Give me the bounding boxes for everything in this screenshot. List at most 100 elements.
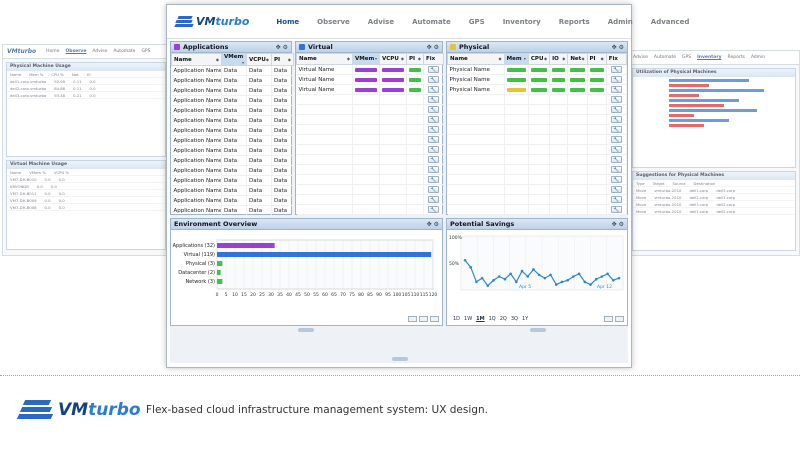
- wrench-icon[interactable]: 🔧: [610, 116, 622, 123]
- wrench-icon[interactable]: 🔧: [428, 156, 439, 163]
- applications-col-vmem[interactable]: VMem ▾: [221, 53, 247, 66]
- table-row[interactable]: Physical Name 🔧: [447, 74, 628, 85]
- wrench-icon[interactable]: 🔧: [428, 96, 439, 103]
- wrench-icon[interactable]: 🔧: [610, 176, 622, 183]
- virtual-col-pi[interactable]: PI ◆: [406, 53, 424, 65]
- table-row[interactable]: Virtual Name 🔧: [296, 64, 444, 75]
- table-row[interactable]: Virtual Name 🔧: [296, 74, 444, 85]
- table-row[interactable]: Application Name Data Data Data: [171, 115, 294, 126]
- wrench-icon[interactable]: 🔧: [610, 146, 622, 153]
- wrench-icon[interactable]: 🔧: [428, 136, 439, 143]
- physical-col-mem[interactable]: Mem ▾: [503, 53, 529, 65]
- table-row[interactable]: Physical Name 🔧: [447, 64, 628, 75]
- wrench-icon[interactable]: 🔧: [428, 206, 439, 213]
- wrench-icon[interactable]: 🔧: [610, 186, 622, 193]
- table-view-icon[interactable]: [419, 316, 428, 322]
- wrench-icon[interactable]: 🔧: [428, 196, 439, 203]
- table-row[interactable]: Application Name Data Data Data: [171, 145, 294, 156]
- physical-col-name[interactable]: Name ◆: [447, 53, 505, 65]
- wrench-icon[interactable]: 🔧: [610, 136, 622, 143]
- virtual-col-fix[interactable]: Fix: [423, 53, 444, 65]
- wrench-icon[interactable]: 🔧: [428, 66, 439, 73]
- wrench-icon[interactable]: 🔧: [428, 126, 439, 133]
- wrench-icon[interactable]: 🔧: [610, 166, 622, 173]
- virtual-col-vmem[interactable]: VMem ▾: [352, 53, 380, 65]
- wrench-icon[interactable]: 🔧: [610, 106, 622, 113]
- settings-icon[interactable]: ⚙: [619, 44, 624, 51]
- move-icon[interactable]: ✥: [612, 221, 617, 228]
- physical-col-pi[interactable]: PI ◆: [586, 53, 607, 65]
- wrench-icon[interactable]: 🔧: [428, 186, 439, 193]
- wrench-icon[interactable]: 🔧: [610, 76, 622, 83]
- window-collapse-handle[interactable]: [392, 357, 408, 361]
- applications-col-vcpu[interactable]: VCPU ◆: [246, 53, 272, 66]
- range-2q[interactable]: 2Q: [500, 316, 507, 322]
- table-row[interactable]: Application Name Data Data Data: [171, 85, 294, 96]
- range-1w[interactable]: 1W: [464, 316, 472, 322]
- move-icon[interactable]: ✥: [276, 44, 281, 51]
- table-row[interactable]: Application Name Data Data Data: [171, 135, 294, 146]
- chart-view-icon[interactable]: [408, 316, 417, 322]
- range-1d[interactable]: 1D: [453, 316, 460, 322]
- physical-col-fix[interactable]: Fix: [605, 53, 628, 65]
- range-1q[interactable]: 1Q: [489, 316, 496, 322]
- move-icon[interactable]: ✥: [612, 44, 617, 51]
- nav-reports[interactable]: Reports: [550, 18, 599, 26]
- table-row[interactable]: Application Name Data Data Data: [171, 165, 294, 176]
- physical-col-cpu[interactable]: CPU ◆: [527, 53, 551, 65]
- applications-col-name[interactable]: Name ◆: [171, 53, 222, 66]
- table-row[interactable]: Application Name Data Data Data: [171, 185, 294, 196]
- wrench-icon[interactable]: 🔧: [610, 206, 622, 213]
- table-view-icon[interactable]: [615, 316, 624, 322]
- virtual-col-name[interactable]: Name ◆: [296, 53, 353, 65]
- table-row[interactable]: Application Name Data Data Data: [171, 125, 294, 136]
- nav-observe[interactable]: Observe: [308, 18, 359, 26]
- table-row[interactable]: Physical Name 🔧: [447, 84, 628, 95]
- nav-advanced[interactable]: Advanced: [642, 18, 699, 26]
- wrench-icon[interactable]: 🔧: [610, 126, 622, 133]
- wrench-icon[interactable]: 🔧: [610, 196, 622, 203]
- table-row[interactable]: Virtual Name 🔧: [296, 84, 444, 95]
- nav-automate[interactable]: Automate: [403, 18, 460, 26]
- chart-view-icon[interactable]: [604, 316, 613, 322]
- nav-advise[interactable]: Advise: [359, 18, 403, 26]
- wrench-icon[interactable]: 🔧: [610, 86, 622, 93]
- table-row[interactable]: Application Name Data Data Data: [171, 155, 294, 166]
- move-icon[interactable]: ✥: [427, 44, 432, 51]
- table-row[interactable]: Application Name Data Data Data: [171, 75, 294, 86]
- panel-collapse-handle[interactable]: [530, 328, 546, 332]
- table-row[interactable]: Application Name Data Data Data: [171, 205, 294, 216]
- table-row[interactable]: Application Name Data Data Data: [171, 65, 294, 76]
- range-1y[interactable]: 1Y: [522, 316, 528, 322]
- nav-admin[interactable]: Admin: [599, 18, 642, 26]
- range-1m[interactable]: 1M: [476, 316, 484, 322]
- settings-icon[interactable]: ⚙: [283, 44, 288, 51]
- wrench-icon[interactable]: 🔧: [610, 156, 622, 163]
- list-view-icon[interactable]: [430, 316, 439, 322]
- move-icon[interactable]: ✥: [427, 221, 432, 228]
- table-row[interactable]: Application Name Data Data Data: [171, 95, 294, 106]
- panel-collapse-handle[interactable]: [298, 328, 314, 332]
- settings-icon[interactable]: ⚙: [619, 221, 624, 228]
- wrench-icon[interactable]: 🔧: [428, 116, 439, 123]
- wrench-icon[interactable]: 🔧: [610, 66, 622, 73]
- wrench-icon[interactable]: 🔧: [428, 176, 439, 183]
- vmturbo-logo[interactable]: VMturbo: [174, 15, 249, 28]
- wrench-icon[interactable]: 🔧: [428, 106, 439, 113]
- physical-col-net[interactable]: Net ◆: [567, 53, 588, 65]
- wrench-icon[interactable]: 🔧: [428, 76, 439, 83]
- wrench-icon[interactable]: 🔧: [428, 146, 439, 153]
- nav-inventory[interactable]: Inventory: [494, 18, 550, 26]
- settings-icon[interactable]: ⚙: [434, 44, 439, 51]
- table-row[interactable]: Application Name Data Data Data: [171, 195, 294, 206]
- nav-gps[interactable]: GPS: [460, 18, 494, 26]
- virtual-col-vcpu[interactable]: VCPU ◆: [379, 53, 407, 65]
- table-row[interactable]: Application Name Data Data Data: [171, 105, 294, 116]
- wrench-icon[interactable]: 🔧: [610, 96, 622, 103]
- physical-col-io[interactable]: IO ◆: [549, 53, 569, 65]
- applications-col-pi[interactable]: PI ◆: [271, 53, 294, 66]
- wrench-icon[interactable]: 🔧: [428, 166, 439, 173]
- range-3q[interactable]: 3Q: [511, 316, 518, 322]
- table-row[interactable]: Application Name Data Data Data: [171, 175, 294, 186]
- wrench-icon[interactable]: 🔧: [428, 86, 439, 93]
